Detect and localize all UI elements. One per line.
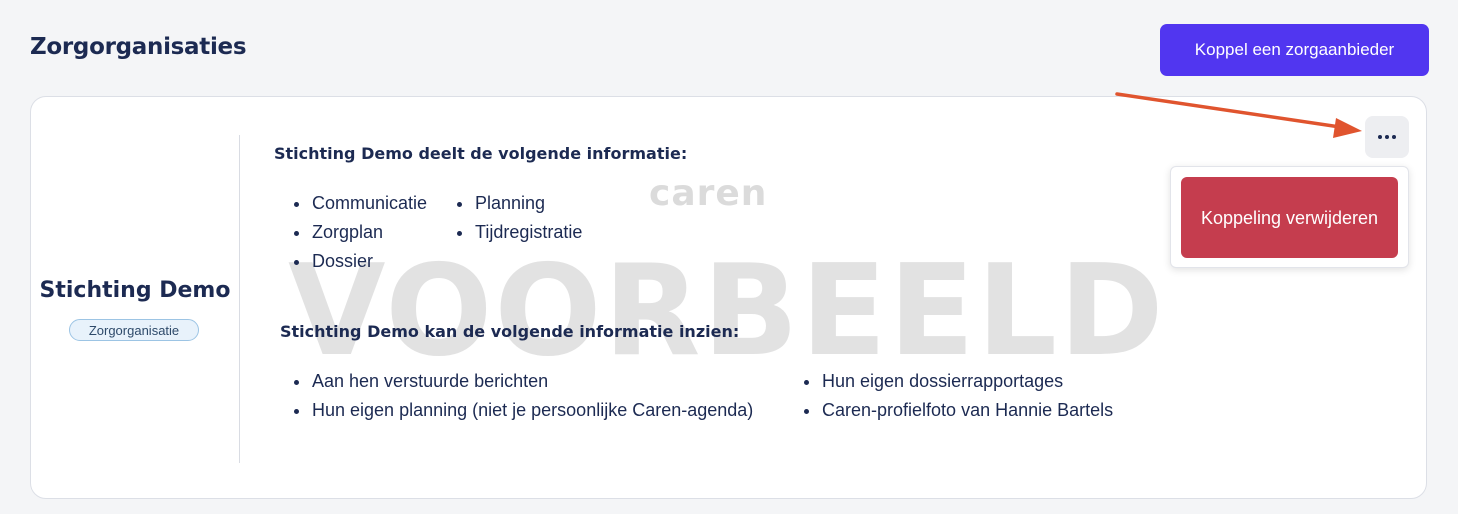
list-item: Hun eigen dossierrapportages <box>800 367 1113 396</box>
organization-name: Stichting Demo <box>39 278 231 303</box>
caren-logo-watermark: caren <box>649 173 768 214</box>
list-item: Planning <box>453 189 582 218</box>
visible-info-list-2: Hun eigen dossierrapportages Caren-profi… <box>800 367 1113 425</box>
shared-info-list-2: Planning Tijdregistratie <box>453 189 582 247</box>
visible-info-list-1: Aan hen verstuurde berichten Hun eigen p… <box>290 367 753 425</box>
options-dropdown: Koppeling verwijderen <box>1170 166 1409 268</box>
remove-connection-button[interactable]: Koppeling verwijderen <box>1181 177 1398 258</box>
page-title: Zorgorganisaties <box>30 34 247 60</box>
organization-card: Stichting Demo Zorgorganisatie caren VOO… <box>30 96 1427 499</box>
visible-info-title: Stichting Demo kan de volgende informati… <box>280 322 740 341</box>
list-item: Tijdregistratie <box>453 218 582 247</box>
shared-info-list-1: Communicatie Zorgplan Dossier <box>290 189 427 276</box>
list-item: Communicatie <box>290 189 427 218</box>
organization-summary: Stichting Demo Zorgorganisatie <box>31 135 240 463</box>
list-item: Dossier <box>290 247 427 276</box>
connect-care-provider-button[interactable]: Koppel een zorgaanbieder <box>1160 24 1429 76</box>
list-item: Caren-profielfoto van Hannie Bartels <box>800 396 1113 425</box>
list-item: Hun eigen planning (niet je persoonlijke… <box>290 396 753 425</box>
list-item: Zorgplan <box>290 218 427 247</box>
shared-info-title: Stichting Demo deelt de volgende informa… <box>274 144 688 163</box>
ellipsis-icon <box>1378 135 1382 139</box>
list-item: Aan hen verstuurde berichten <box>290 367 753 396</box>
more-options-button[interactable] <box>1365 116 1409 158</box>
organization-type-badge: Zorgorganisatie <box>69 319 199 341</box>
